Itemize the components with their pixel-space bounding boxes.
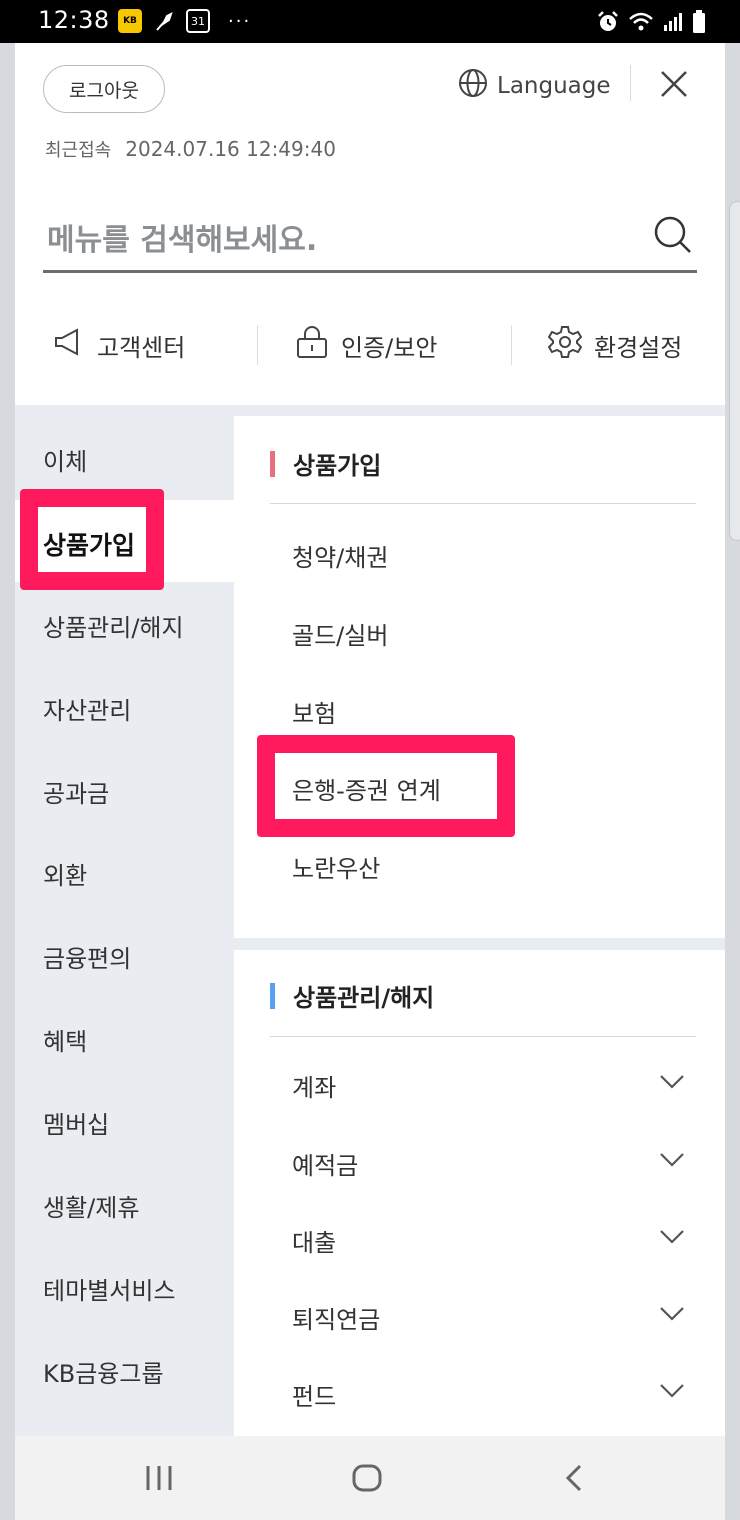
lock-icon: [295, 325, 329, 365]
chevron-down-icon[interactable]: [659, 1306, 685, 1322]
side-handle[interactable]: [729, 201, 740, 541]
category-theme-services[interactable]: 테마별서비스: [43, 1271, 175, 1306]
last-login-label: 최근접속: [45, 140, 112, 161]
quick-link-auth-security[interactable]: 인증/보안: [295, 323, 437, 367]
logout-button[interactable]: 로그아웃: [43, 65, 165, 113]
quick-divider: [511, 325, 512, 365]
header-divider: [630, 65, 631, 101]
gear-icon: [547, 325, 583, 365]
section-title: 상품가입: [270, 446, 381, 481]
android-nav-bar: [15, 1436, 725, 1520]
wifi-icon: [628, 11, 654, 37]
section-product-manage: 상품관리/해지 계좌 예적금 대출 퇴직연금 펀드: [234, 950, 725, 1436]
clock: 12:38: [38, 6, 110, 34]
section-title-label: 상품관리/해지: [293, 984, 435, 1012]
chevron-down-icon[interactable]: [659, 1229, 685, 1245]
section-accent-bar: [270, 450, 275, 477]
chevron-down-icon[interactable]: [659, 1383, 685, 1399]
chevron-down-icon[interactable]: [659, 1152, 685, 1168]
language-label: Language: [497, 73, 611, 99]
quick-link-settings[interactable]: 환경설정: [547, 323, 683, 367]
menu-item-yellow-umbrella[interactable]: 노란우산: [292, 849, 380, 884]
quick-link-label: 고객센터: [97, 333, 186, 362]
menu-item-deposits[interactable]: 예적금: [292, 1146, 358, 1181]
category-life-partnership[interactable]: 생활/제휴: [43, 1188, 139, 1223]
category-transfer[interactable]: 이체: [43, 442, 87, 477]
category-financial-convenience[interactable]: 금융편의: [43, 939, 131, 974]
back-icon: [565, 1464, 582, 1492]
section-accent-bar: [270, 982, 275, 1009]
last-login: 최근접속 2024.07.16 12:49:40: [45, 136, 336, 162]
menu-search[interactable]: 메뉴를 검색해보세요.: [43, 201, 697, 273]
last-login-value: 2024.07.16 12:49:40: [125, 137, 336, 161]
home-button[interactable]: [347, 1456, 387, 1500]
signal-icon: [662, 11, 684, 37]
section-divider: [270, 503, 696, 504]
megaphone-icon: [53, 326, 85, 364]
section-divider: [270, 1036, 696, 1037]
category-kb-group[interactable]: KB금융그룹: [43, 1354, 164, 1389]
frame-left: [0, 43, 15, 1520]
quick-link-label: 환경설정: [594, 333, 683, 362]
kb-app-icon: KB: [118, 9, 142, 33]
status-bar: 12:38 KB 31 ···: [0, 0, 740, 43]
close-icon: [661, 71, 687, 97]
quick-link-label: 인증/보안: [341, 333, 438, 362]
quick-link-customer-center[interactable]: 고객센터: [53, 323, 185, 367]
search-input[interactable]: 메뉴를 검색해보세요.: [47, 215, 317, 259]
calendar-icon: 31: [186, 9, 210, 33]
quick-links: 고객센터 인증/보안 환경설정: [43, 323, 703, 367]
category-asset-manage[interactable]: 자산관리: [43, 691, 131, 726]
menu-item-pension[interactable]: 퇴직연금: [292, 1300, 380, 1335]
back-button[interactable]: [559, 1456, 589, 1500]
battery-icon: [692, 10, 706, 38]
more-notifications-icon: ···: [228, 10, 252, 32]
category-foreign-exchange[interactable]: 외환: [43, 856, 87, 891]
menu-item-gold-silver[interactable]: 골드/실버: [292, 616, 388, 651]
menu-header: 로그아웃 Language 최근접속 2024.07.16 12:49:40 메뉴…: [15, 43, 725, 405]
menu-item-insurance[interactable]: 보험: [292, 694, 336, 729]
home-icon: [352, 1464, 382, 1492]
frame-right: [725, 43, 740, 1520]
recent-apps-button[interactable]: [141, 1456, 177, 1500]
section-title-label: 상품가입: [293, 452, 382, 480]
close-button[interactable]: [657, 67, 691, 101]
search-icon[interactable]: [653, 215, 693, 259]
menu-item-funds[interactable]: 펀드: [292, 1377, 336, 1412]
feather-notification-icon: [152, 9, 176, 33]
category-benefits[interactable]: 혜택: [43, 1022, 87, 1057]
left-category-menu: 이체 상품가입 상품관리/해지 자산관리 공과금 외환 금융편의 혜택 멤버십 …: [15, 416, 234, 1436]
category-membership[interactable]: 멤버십: [43, 1105, 109, 1140]
quick-divider: [257, 325, 258, 365]
category-utility-bills[interactable]: 공과금: [43, 774, 109, 809]
menu-item-loans[interactable]: 대출: [292, 1223, 336, 1258]
category-product-join[interactable]: 상품가입: [43, 526, 135, 562]
menu-item-subscription-bonds[interactable]: 청약/채권: [292, 538, 388, 573]
section-title: 상품관리/해지: [270, 978, 434, 1013]
globe-icon: [457, 67, 489, 105]
recent-apps-icon: [146, 1466, 172, 1490]
chevron-down-icon[interactable]: [659, 1074, 685, 1090]
menu-item-account[interactable]: 계좌: [292, 1068, 336, 1103]
alarm-icon: [596, 10, 620, 38]
language-button[interactable]: Language: [457, 67, 611, 105]
menu-item-bank-securities-link[interactable]: 은행-증권 연계: [292, 771, 441, 806]
category-product-manage[interactable]: 상품관리/해지: [43, 608, 184, 643]
section-product-join: 상품가입 청약/채권 골드/실버 보험 은행-증권 연계 노란우산: [234, 416, 725, 938]
